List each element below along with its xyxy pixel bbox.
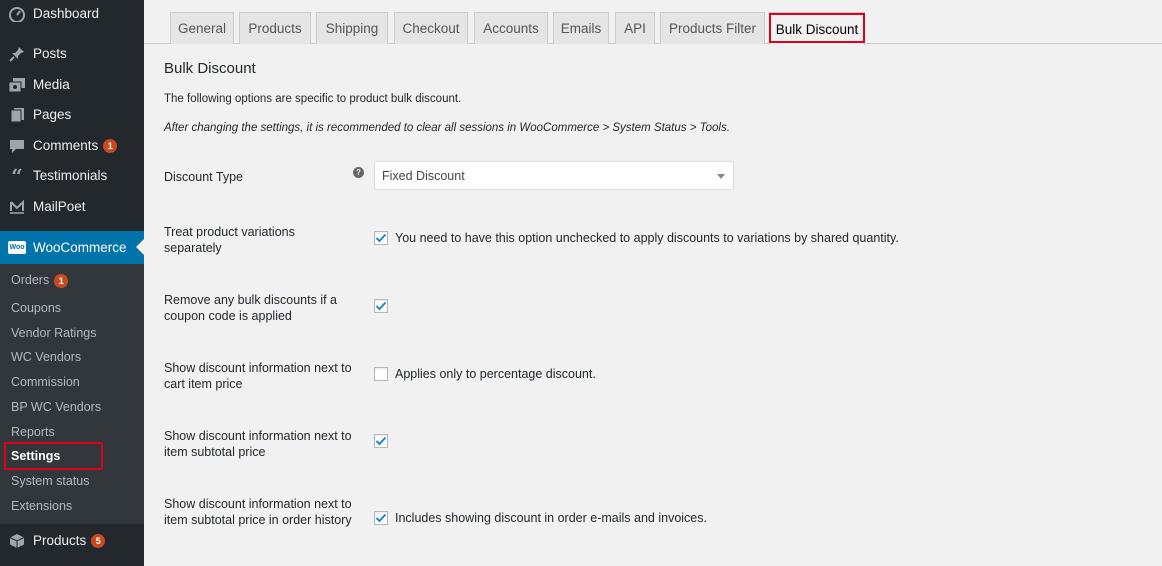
discount-type-select[interactable]: Fixed Discount bbox=[374, 161, 734, 190]
menu-item-dashboard[interactable]: Dashboard bbox=[0, 0, 144, 29]
menu-item-woocommerce[interactable]: Woo WooCommerce bbox=[0, 231, 144, 264]
checkmark-icon bbox=[375, 436, 387, 446]
tab-products-filter[interactable]: Products Filter bbox=[660, 12, 765, 44]
checkmark-icon bbox=[375, 233, 387, 243]
comments-count-badge: 1 bbox=[103, 138, 118, 153]
tab-shipping[interactable]: Shipping bbox=[316, 12, 388, 44]
submenu-item-orders[interactable]: Orders 1 bbox=[11, 273, 69, 288]
menu-item-label: Comments bbox=[33, 138, 99, 153]
comment-icon bbox=[7, 136, 27, 156]
menu-item-label: Pages bbox=[33, 107, 72, 122]
variations-label: Treat product variations separately bbox=[164, 225, 295, 255]
submenu-item-system-status[interactable]: System status bbox=[11, 474, 90, 488]
submenu-item-vendor-ratings[interactable]: Vendor Ratings bbox=[11, 326, 96, 340]
woo-icon: Woo bbox=[7, 238, 27, 258]
cart-price-checkbox[interactable] bbox=[374, 367, 388, 381]
menu-item-products[interactable]: Products 5 bbox=[0, 525, 144, 556]
menu-item-comments[interactable]: Comments 1 bbox=[0, 130, 144, 161]
help-icon[interactable]: ? bbox=[353, 167, 364, 178]
menu-item-label: Posts bbox=[33, 46, 67, 61]
discount-type-value: Fixed Discount bbox=[382, 168, 465, 183]
pages-icon bbox=[7, 105, 27, 125]
menu-item-pages[interactable]: Pages bbox=[0, 99, 144, 130]
chevron-down-icon bbox=[717, 174, 725, 179]
media-icon bbox=[7, 75, 27, 95]
tab-api[interactable]: API bbox=[615, 12, 655, 44]
subtotal-checkbox[interactable] bbox=[374, 434, 388, 448]
subtotal-label: Show discount information next to item s… bbox=[164, 429, 352, 459]
submenu-item-bp-wc-vendors[interactable]: BP WC Vendors bbox=[11, 400, 101, 414]
tab-checkout[interactable]: Checkout bbox=[394, 12, 468, 44]
settings-main: General Products Shipping Checkout Accou… bbox=[144, 0, 1162, 566]
section-description: The following options are specific to pr… bbox=[164, 93, 462, 105]
woocommerce-submenu: Orders 1 Coupons Vendor Ratings WC Vendor… bbox=[0, 264, 144, 524]
order-history-checkbox[interactable] bbox=[374, 511, 388, 525]
cart-price-description: Applies only to percentage discount. bbox=[395, 367, 596, 381]
variations-description: You need to have this option unchecked t… bbox=[395, 231, 899, 245]
submenu-item-reports[interactable]: Reports bbox=[11, 425, 55, 439]
mailpoet-icon bbox=[7, 197, 27, 217]
coupon-checkbox[interactable] bbox=[374, 299, 388, 313]
admin-sidebar: Dashboard Posts Media Pages Comments 1 “… bbox=[0, 0, 144, 566]
submenu-item-wc-vendors[interactable]: WC Vendors bbox=[11, 350, 81, 364]
settings-tab-bar: General Products Shipping Checkout Accou… bbox=[144, 0, 1162, 45]
quote-icon: “ bbox=[11, 163, 23, 188]
woo-logo: Woo bbox=[8, 241, 26, 254]
box-icon bbox=[7, 531, 27, 551]
orders-count-badge: 1 bbox=[54, 274, 69, 288]
menu-item-label: Media bbox=[33, 77, 70, 92]
bulk-discount-highlight-box bbox=[769, 13, 865, 43]
cart-price-label: Show discount information next to cart i… bbox=[164, 361, 352, 391]
current-menu-arrow bbox=[136, 239, 144, 255]
menu-item-testimonials[interactable]: “ Testimonials bbox=[0, 160, 144, 191]
menu-item-media[interactable]: Media bbox=[0, 69, 144, 100]
variations-checkbox[interactable] bbox=[374, 231, 388, 245]
submenu-item-coupons[interactable]: Coupons bbox=[11, 301, 61, 315]
menu-item-label: Dashboard bbox=[33, 6, 100, 21]
order-history-description: Includes showing discount in order e-mai… bbox=[395, 511, 707, 525]
dashboard-icon bbox=[7, 4, 27, 24]
menu-item-label: WooCommerce bbox=[33, 240, 127, 255]
discount-type-label: Discount Type bbox=[164, 170, 243, 184]
section-title: Bulk Discount bbox=[164, 60, 256, 77]
checkmark-icon bbox=[375, 301, 387, 311]
menu-item-label: Testimonials bbox=[33, 168, 108, 183]
tab-accounts[interactable]: Accounts bbox=[474, 12, 548, 44]
checkmark-icon bbox=[375, 513, 387, 523]
settings-highlight-box bbox=[4, 442, 103, 470]
menu-item-posts[interactable]: Posts bbox=[0, 38, 144, 69]
submenu-item-commission[interactable]: Commission bbox=[11, 375, 80, 389]
menu-item-label: Products bbox=[33, 533, 87, 548]
menu-item-label: MailPoet bbox=[33, 199, 86, 214]
tab-products[interactable]: Products bbox=[239, 12, 311, 44]
tab-general[interactable]: General bbox=[170, 12, 234, 44]
order-history-label: Show discount information next to item s… bbox=[164, 497, 352, 527]
coupon-label: Remove any bulk discounts if a coupon co… bbox=[164, 293, 338, 323]
section-note: After changing the settings, it is recom… bbox=[164, 122, 730, 134]
submenu-item-extensions[interactable]: Extensions bbox=[11, 499, 72, 513]
menu-item-mailpoet[interactable]: MailPoet bbox=[0, 191, 144, 222]
pin-icon bbox=[7, 44, 27, 64]
tab-emails[interactable]: Emails bbox=[553, 12, 609, 44]
products-count-badge: 5 bbox=[91, 533, 106, 548]
